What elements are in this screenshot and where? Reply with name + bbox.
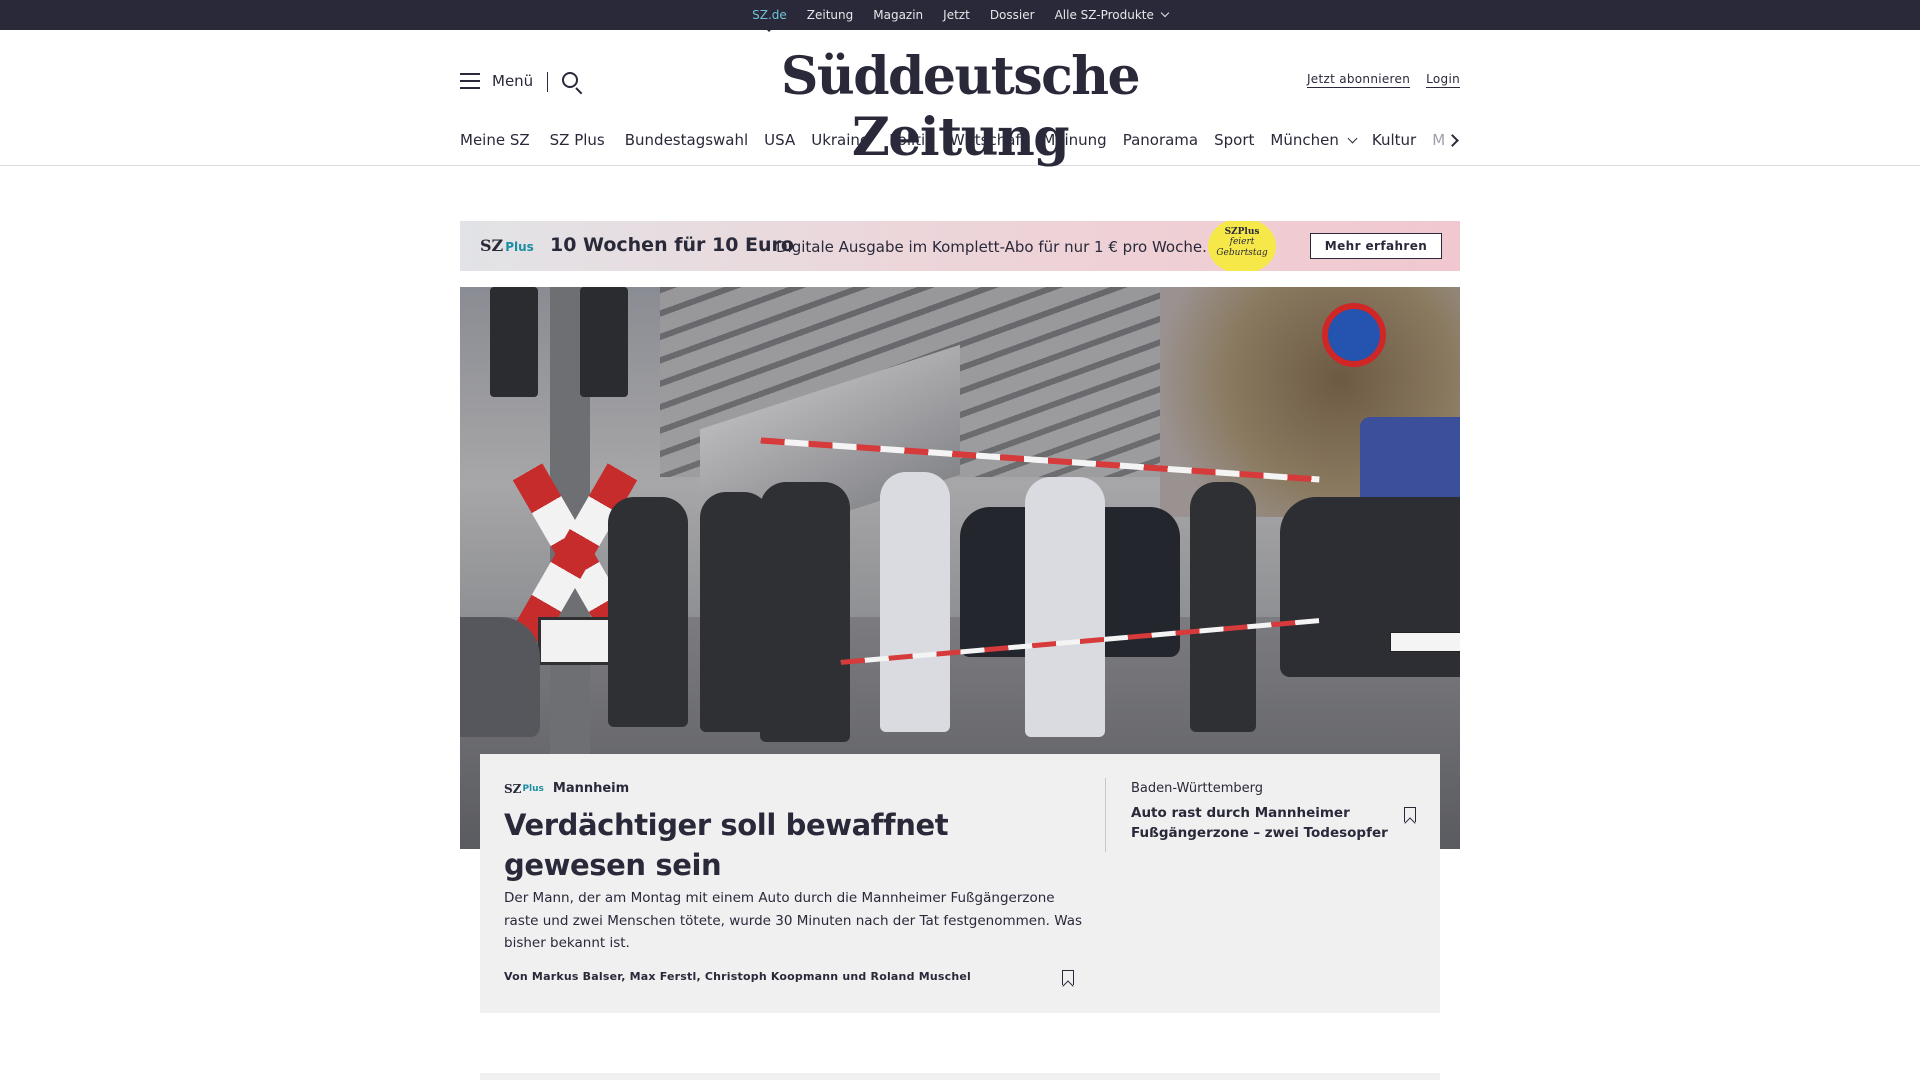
menu-button[interactable]: Menü xyxy=(460,72,533,90)
nav-item-panorama[interactable]: Panorama xyxy=(1123,131,1198,149)
badge-line-2: feiert xyxy=(1229,237,1255,247)
traffic-light xyxy=(580,287,628,397)
nav-item-muenchen[interactable]: München xyxy=(1270,131,1358,149)
nav-item-truncated[interactable]: M xyxy=(1432,131,1445,149)
lead-authors: Von Markus Balser, Max Ferstl, Christoph… xyxy=(504,970,972,983)
service-link-all-products[interactable]: Alle SZ-Produkte xyxy=(1054,8,1170,22)
side-kicker: Baden-Württemberg xyxy=(1131,781,1263,796)
service-link-jetzt[interactable]: Jetzt xyxy=(943,8,970,22)
nav-item-sz-plus[interactable]: SZ Plus xyxy=(550,131,605,149)
lead-summary: Der Mann, der am Montag mit einem Auto d… xyxy=(504,890,1083,951)
promo-subline: Digitale Ausgabe im Komplett-Abo für nur… xyxy=(776,238,1207,256)
service-link-dossier[interactable]: Dossier xyxy=(990,8,1035,22)
search-icon[interactable] xyxy=(562,72,584,95)
side-headline[interactable]: Auto rast durch Mannheimer Fußgängerzone… xyxy=(1131,804,1391,843)
header-divider xyxy=(547,72,548,92)
nav-item-sport[interactable]: Sport xyxy=(1214,131,1254,149)
traffic-light xyxy=(490,287,538,397)
hamburger-icon xyxy=(460,73,480,89)
lead-kicker: SZ Plus Mannheim xyxy=(504,781,629,796)
birthday-badge: SZPlus feiert Geburtstag xyxy=(1208,221,1276,271)
service-link-sz-de[interactable]: SZ.de xyxy=(752,8,787,32)
site-header: Menü Süddeutsche Zeitung Jetzt abonniere… xyxy=(0,30,1920,168)
lead-topic: Mannheim xyxy=(552,781,630,796)
badge-line-1: SZPlus xyxy=(1224,227,1260,237)
promo-headline: 10 Wochen für 10 Euro xyxy=(550,234,794,256)
sz-plus-logo: SZ Plus xyxy=(480,236,534,255)
lead-headline[interactable]: Verdächtiger soll bewaffnet gewesen sein xyxy=(504,805,1084,885)
nav-item-meine-sz[interactable]: Meine SZ xyxy=(460,131,530,149)
login-link[interactable]: Login xyxy=(1426,72,1460,88)
nav-item-politik[interactable]: Politik xyxy=(889,131,934,149)
nav-item-ukraine[interactable]: Ukraine xyxy=(811,131,869,149)
service-link-zeitung[interactable]: Zeitung xyxy=(807,8,853,22)
bookmark-icon[interactable] xyxy=(1062,970,1074,985)
nav-item-wirtschaft[interactable]: Wirtschaft xyxy=(950,131,1026,149)
bookmark-icon[interactable] xyxy=(1404,807,1416,822)
sz-plus-logo-sz: SZ xyxy=(504,781,522,796)
nav-item-muenchen-label: München xyxy=(1270,131,1339,149)
lead-teaser-card: SZ Plus Mannheim Verdächtiger soll bewaff… xyxy=(480,754,1440,1013)
next-section-edge xyxy=(480,1073,1440,1080)
nav-item-meinung[interactable]: Meinung xyxy=(1042,131,1106,149)
nav-item-usa[interactable]: USA xyxy=(764,131,795,149)
service-link-magazin[interactable]: Magazin xyxy=(873,8,923,22)
chevron-right-icon[interactable] xyxy=(1448,132,1460,148)
nav-item-bundestagswahl[interactable]: Bundestagswahl xyxy=(625,131,748,149)
account-links: Jetzt abonnieren Login xyxy=(1306,72,1460,88)
promo-cta-button[interactable]: Mehr erfahren xyxy=(1310,233,1442,259)
chevron-down-icon xyxy=(1347,133,1358,143)
promo-banner[interactable]: SZ Plus 10 Wochen für 10 Euro Digitale Au… xyxy=(460,221,1460,271)
badge-line-3: Geburtstag xyxy=(1216,248,1268,258)
service-bar: SZ.de Zeitung Magazin Jetzt Dossier Alle… xyxy=(0,0,1920,32)
arrow-sign xyxy=(538,617,614,665)
no-parking-sign xyxy=(1322,303,1386,367)
sz-plus-logo-sz: SZ xyxy=(480,236,504,255)
sz-plus-logo-plus: Plus xyxy=(522,783,544,794)
menu-label: Menü xyxy=(492,72,534,90)
subscribe-link[interactable]: Jetzt abonnieren xyxy=(1306,72,1411,88)
sz-plus-logo-plus: Plus xyxy=(505,240,534,254)
section-nav: Meine SZ SZ Plus Bundestagswahl USA Ukra… xyxy=(460,126,1460,154)
all-products-label: Alle SZ-Produkte xyxy=(1054,8,1154,22)
chevron-down-icon xyxy=(1160,8,1170,18)
nav-item-kultur[interactable]: Kultur xyxy=(1372,131,1416,149)
teaser-divider xyxy=(1105,778,1106,852)
